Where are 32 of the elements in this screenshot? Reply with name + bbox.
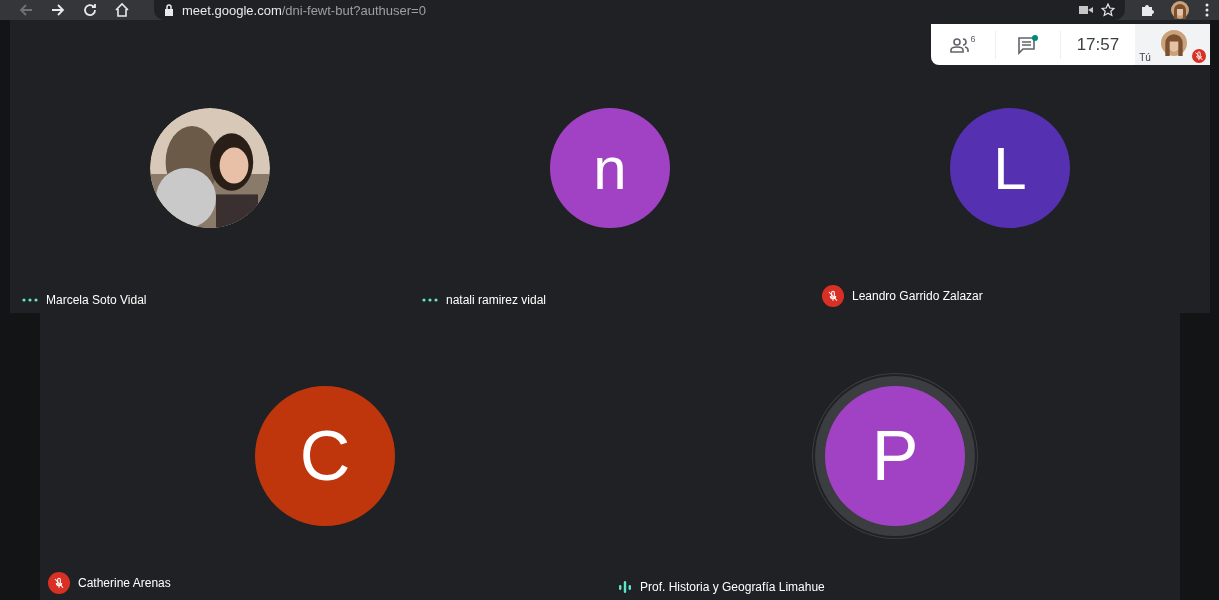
clock-time: 17:57 bbox=[1076, 34, 1120, 55]
audio-dots-icon bbox=[422, 297, 438, 303]
menu-icon[interactable] bbox=[1205, 3, 1209, 17]
participant-name: Catherine Arenas bbox=[78, 576, 171, 590]
url-path: /dni-fewt-but?authuser=0 bbox=[281, 2, 426, 18]
chat-icon[interactable] bbox=[1016, 34, 1039, 55]
people-count: 6 bbox=[970, 33, 976, 44]
puzzle-icon[interactable] bbox=[1141, 3, 1155, 17]
avatar-circle: L bbox=[950, 108, 1070, 228]
home-icon[interactable] bbox=[114, 2, 130, 18]
people-icon[interactable] bbox=[950, 36, 971, 53]
muted-mic-icon bbox=[48, 572, 70, 594]
avatar-circle: C bbox=[255, 386, 395, 526]
lock-icon bbox=[164, 4, 174, 16]
participant-name: Marcela Soto Vidal bbox=[46, 293, 147, 307]
muted-mic-icon bbox=[822, 285, 844, 307]
avatar-circle: n bbox=[550, 108, 670, 228]
participant-name: Leandro Garrido Zalazar bbox=[852, 289, 983, 303]
star-icon[interactable] bbox=[1101, 3, 1115, 17]
profile-avatar[interactable] bbox=[1171, 1, 1189, 19]
self-label: Tú bbox=[1139, 52, 1151, 63]
audio-level-icon bbox=[618, 580, 632, 594]
address-bar[interactable]: meet.google.com/dni-fewt-but?authuser=0 bbox=[154, 0, 1125, 20]
camera-icon[interactable] bbox=[1079, 5, 1093, 15]
url-host: meet.google.com bbox=[182, 2, 282, 18]
self-avatar bbox=[1161, 30, 1188, 56]
participant-name: natali ramirez vidal bbox=[446, 293, 547, 307]
avatar-circle: P bbox=[825, 386, 965, 526]
reload-icon[interactable] bbox=[82, 2, 98, 18]
audio-dots-icon bbox=[22, 297, 38, 303]
forward-icon[interactable] bbox=[50, 2, 66, 18]
participant-name: Prof. Historia y Geografía Limahue bbox=[640, 580, 825, 594]
